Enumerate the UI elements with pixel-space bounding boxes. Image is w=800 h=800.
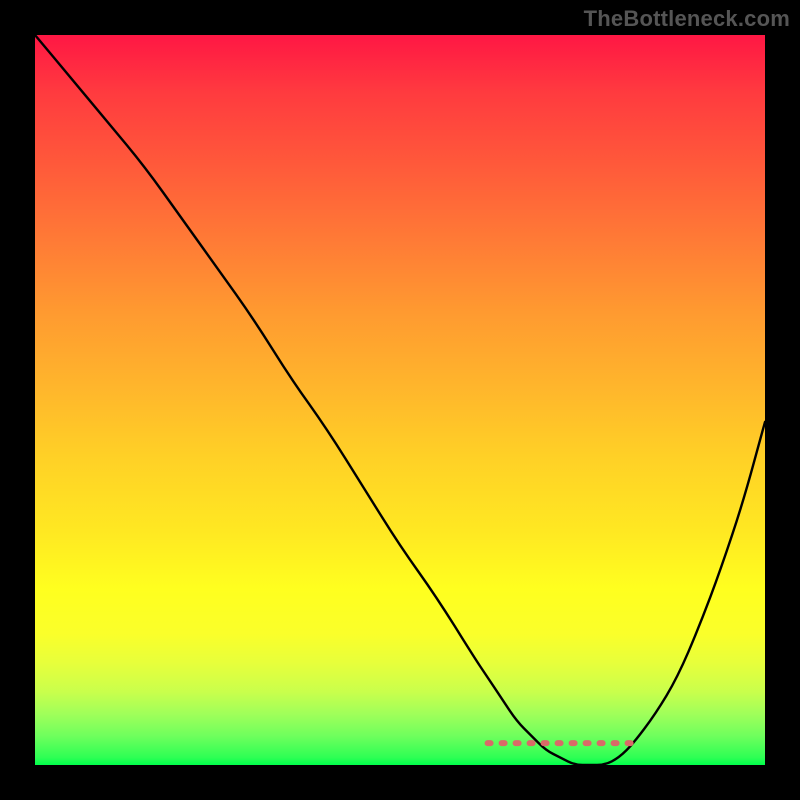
bottleneck-curve-path xyxy=(35,35,765,765)
curve-overlay xyxy=(35,35,765,765)
watermark-text: TheBottleneck.com xyxy=(584,6,790,32)
chart-container: TheBottleneck.com xyxy=(0,0,800,800)
